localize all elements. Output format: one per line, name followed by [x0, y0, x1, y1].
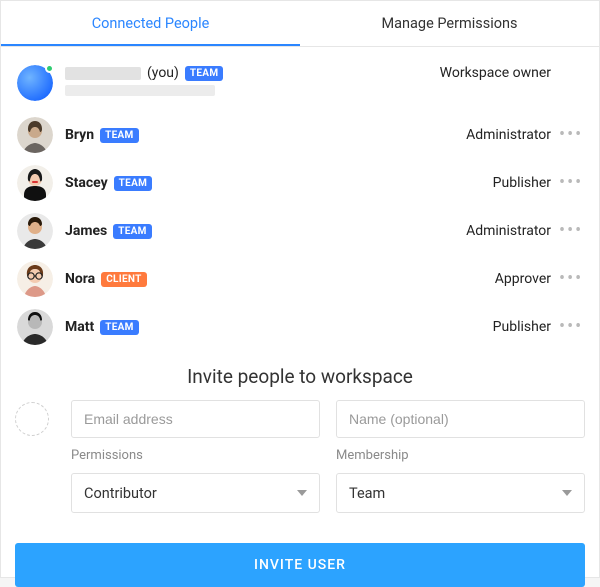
avatar: [17, 65, 53, 101]
avatar-placeholder-icon: [15, 402, 49, 436]
name-block: (you) TEAM: [65, 65, 440, 96]
person-row: Nora CLIENT Approver •••: [1, 255, 599, 303]
name-block: Bryn TEAM: [65, 127, 466, 143]
redacted-name: [65, 67, 141, 80]
redacted-email: [65, 85, 215, 96]
role-label: Publisher: [493, 175, 551, 191]
tab-manage-permissions[interactable]: Manage Permissions: [300, 1, 599, 46]
role-label: Workspace owner: [440, 65, 551, 81]
more-menu-icon[interactable]: •••: [559, 126, 583, 144]
chevron-down-icon: [297, 490, 307, 496]
more-menu-icon[interactable]: •••: [559, 222, 583, 240]
person-row: Matt TEAM Publisher •••: [1, 303, 599, 351]
tab-connected-people[interactable]: Connected People: [1, 1, 300, 46]
tabs: Connected People Manage Permissions: [1, 1, 599, 47]
person-row: Stacey TEAM Publisher •••: [1, 159, 599, 207]
email-input[interactable]: [71, 400, 320, 438]
person-row: (you)TEAMWorkspace owner•••: [1, 55, 599, 111]
permissions-value: Contributor: [84, 485, 157, 502]
team-badge: TEAM: [114, 176, 153, 191]
person-name: Stacey: [65, 175, 108, 191]
client-badge: CLIENT: [101, 272, 146, 287]
name-block: Matt TEAM: [65, 319, 493, 335]
more-menu-icon[interactable]: •••: [559, 174, 583, 192]
role-label: Publisher: [493, 319, 551, 335]
invite-title: Invite people to workspace: [15, 365, 585, 388]
person-row: James TEAM Administrator •••: [1, 207, 599, 255]
role-label: Administrator: [466, 223, 551, 239]
team-badge: TEAM: [100, 128, 139, 143]
presence-dot-icon: [45, 64, 54, 73]
team-badge: TEAM: [113, 224, 152, 239]
chevron-down-icon: [562, 490, 572, 496]
person-row: Bryn TEAM Administrator •••: [1, 111, 599, 159]
name-block: Nora CLIENT: [65, 271, 495, 287]
person-name: James: [65, 223, 107, 239]
person-name: Bryn: [65, 127, 94, 143]
avatar: [17, 309, 53, 345]
you-indicator: (you): [147, 65, 179, 81]
permissions-label: Permissions: [71, 448, 320, 463]
more-menu-icon[interactable]: •••: [559, 270, 583, 288]
name-block: James TEAM: [65, 223, 466, 239]
people-list: (you) TEAM Workspace owner ••• Bryn TEAM Admin…: [1, 47, 599, 355]
invite-section: Invite people to workspace Permissions M…: [1, 355, 599, 525]
avatar: [17, 117, 53, 153]
team-badge: TEAM: [185, 66, 224, 81]
membership-label: Membership: [336, 448, 585, 463]
avatar: [17, 165, 53, 201]
membership-value: Team: [349, 485, 385, 502]
person-name: Matt: [65, 319, 94, 335]
name-input[interactable]: [336, 400, 585, 438]
avatar: [17, 213, 53, 249]
invite-user-button[interactable]: INVITE USER: [15, 543, 585, 587]
person-name: Nora: [65, 271, 95, 287]
role-label: Approver: [495, 271, 551, 287]
more-menu-icon[interactable]: •••: [559, 318, 583, 336]
avatar: [17, 261, 53, 297]
permissions-select[interactable]: Contributor: [71, 473, 320, 513]
role-label: Administrator: [466, 127, 551, 143]
workspace-people-panel: Connected People Manage Permissions (you…: [0, 0, 600, 578]
name-block: Stacey TEAM: [65, 175, 493, 191]
membership-select[interactable]: Team: [336, 473, 585, 513]
team-badge: TEAM: [100, 320, 139, 335]
